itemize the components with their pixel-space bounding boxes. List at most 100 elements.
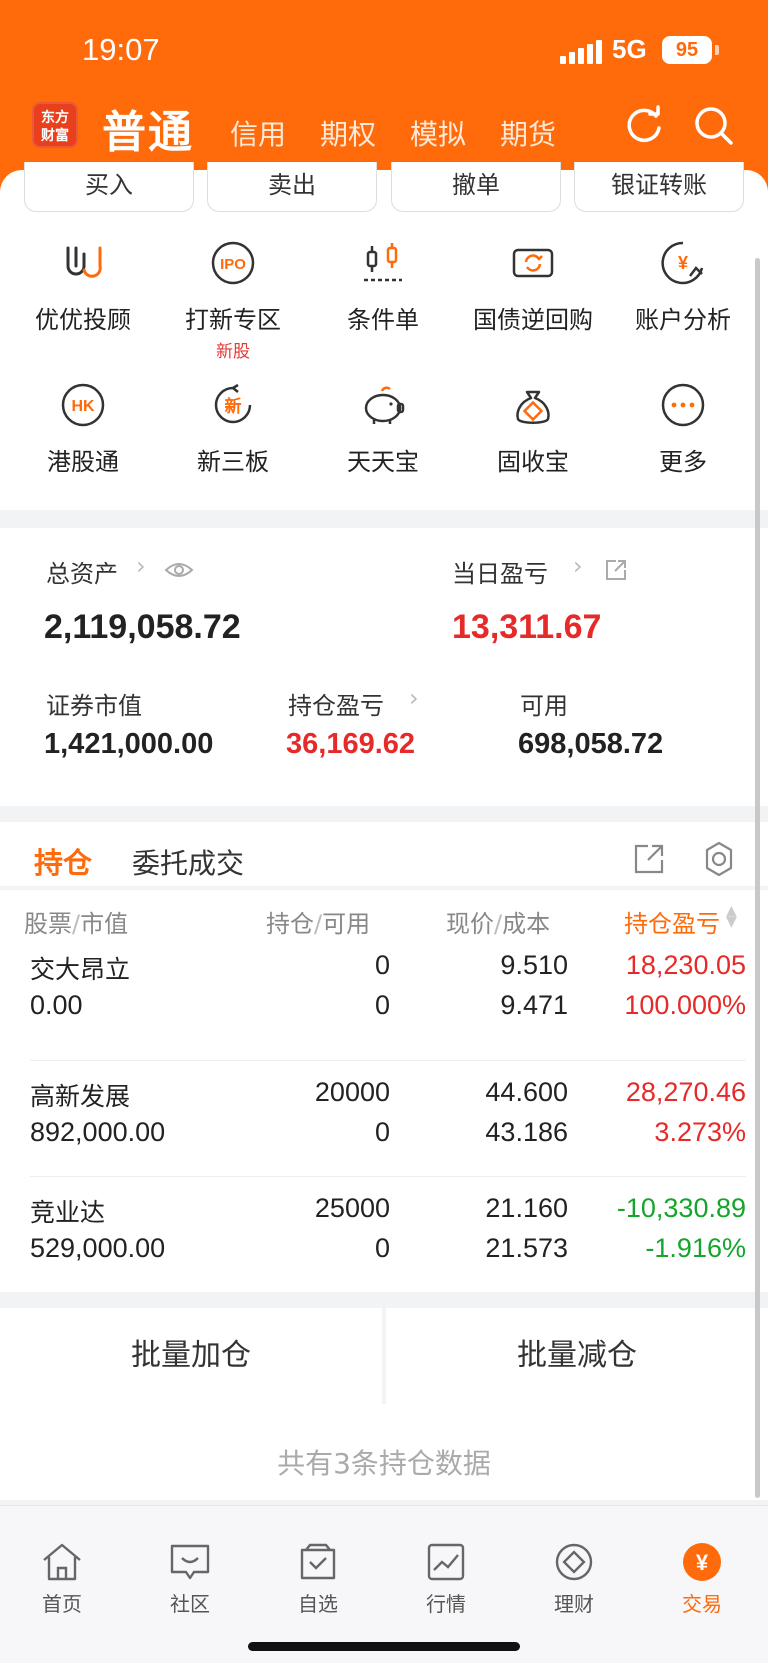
table-row[interactable]: 竞业达 529,000.00 25000 0 21.160 21.573 -10… (0, 1193, 768, 1308)
tab-credit[interactable]: 信用 (230, 113, 286, 153)
tab-orders-trades[interactable]: 委托成交 (132, 842, 244, 882)
tab-simulation[interactable]: 模拟 (410, 113, 466, 153)
tab-options[interactable]: 期权 (320, 113, 376, 153)
search-icon[interactable] (692, 104, 736, 148)
tab-watchlist[interactable]: 自选 (268, 1542, 368, 1617)
feature-more[interactable]: 更多 (608, 382, 758, 477)
buy-button[interactable]: 买入 (24, 162, 194, 212)
total-assets-label[interactable]: 总资产 (46, 554, 118, 589)
piggy-bank-icon (364, 386, 405, 424)
home-indicator[interactable] (248, 1642, 520, 1651)
header-cost: 成本 (502, 910, 551, 938)
svg-text:¥: ¥ (696, 1550, 709, 1575)
chevron-right-icon[interactable]: › (573, 552, 583, 580)
stock-market-value: 892,000.00 (30, 1117, 166, 1147)
tab-market[interactable]: 行情 (396, 1542, 496, 1617)
svg-text:IPO: IPO (220, 256, 246, 273)
feature-uu-advisor[interactable]: 优优投顾 (8, 240, 158, 335)
feature-tiantianbao[interactable]: 天天宝 (308, 382, 458, 477)
status-time: 19:07 (82, 32, 160, 67)
sell-button[interactable]: 卖出 (207, 162, 377, 212)
stock-cost: 9.471 (500, 990, 568, 1020)
table-row[interactable]: 交大昂立 0.00 0 0 9.510 9.471 18,230.05 100.… (0, 950, 768, 1065)
tab-futures[interactable]: 期货 (500, 113, 556, 153)
feature-hk-connect[interactable]: HK 港股通 (8, 382, 158, 477)
status-bar: 19:07 5G 95 (0, 28, 768, 74)
feature-label: 新三板 (197, 448, 269, 476)
stock-name: 交大昂立 (30, 955, 131, 984)
col-header-position[interactable]: 持仓/可用 (266, 904, 370, 939)
tab-label: 自选 (298, 1592, 338, 1616)
trade-panel: 买入 卖出 撤单 银证转账 优优投顾 IPO 打新专区 新股 条件单 国债逆回购… (0, 162, 768, 510)
signal-icon (560, 40, 602, 64)
tab-label: 社区 (170, 1592, 210, 1616)
eye-icon[interactable] (164, 560, 194, 580)
col-header-stock[interactable]: 股票/市值 (24, 904, 128, 939)
stock-price: 44.600 (485, 1077, 568, 1107)
daily-pl-value: 13,311.67 (452, 608, 602, 646)
header-market-value: 市值 (80, 910, 129, 938)
tab-label: 行情 (426, 1592, 466, 1616)
network-type: 5G (612, 34, 647, 64)
feature-bond-repo[interactable]: 国债逆回购 (458, 240, 608, 335)
svg-text:¥: ¥ (678, 253, 688, 273)
stock-price: 21.160 (485, 1193, 568, 1223)
batch-add-button[interactable]: 批量加仓 (0, 1308, 382, 1404)
stock-pl: -10,330.89 (616, 1193, 746, 1223)
chevron-right-icon[interactable]: › (409, 684, 419, 712)
tab-wealth[interactable]: 理财 (524, 1542, 624, 1617)
tab-home[interactable]: 首页 (12, 1542, 112, 1617)
tab-normal-account[interactable]: 普通 (102, 96, 194, 160)
stock-price: 9.510 (500, 950, 568, 980)
col-header-pl[interactable]: 持仓盈亏 (624, 904, 720, 939)
money-bag-icon (516, 390, 550, 424)
more-icon (661, 383, 705, 427)
settings-icon[interactable] (700, 840, 738, 878)
stock-pl-pct: 100.000% (624, 990, 746, 1020)
stock-pl-pct: -1.916% (645, 1233, 746, 1263)
cancel-order-button[interactable]: 撤单 (391, 162, 561, 212)
bank-transfer-button[interactable]: 银证转账 (574, 162, 744, 212)
feature-conditional-order[interactable]: 条件单 (308, 240, 458, 335)
col-header-price[interactable]: 现价/成本 (446, 904, 550, 939)
feature-new-third-board[interactable]: 新 新三板 (158, 382, 308, 477)
stock-cost: 43.186 (485, 1117, 568, 1147)
stock-name: 高新发展 (30, 1082, 131, 1111)
svg-text:HK: HK (71, 398, 95, 415)
bottom-tab-bar: 首页 社区 自选 行情 理财 ¥ 交易 (0, 1505, 768, 1663)
tab-positions[interactable]: 持仓 (34, 840, 92, 882)
holdings-count: 共有3条持仓数据 (0, 1404, 768, 1500)
feature-account-analysis[interactable]: ¥ 账户分析 (608, 240, 758, 335)
wealth-icon (555, 1543, 593, 1581)
community-icon (170, 1544, 210, 1580)
market-value-label: 证券市值 (46, 692, 142, 720)
chevron-right-icon[interactable]: › (136, 552, 146, 580)
feature-ipo[interactable]: IPO 打新专区 新股 (158, 240, 308, 362)
share-icon[interactable] (604, 558, 628, 582)
tab-trade[interactable]: ¥ 交易 (652, 1542, 752, 1617)
refresh-icon[interactable] (622, 104, 666, 148)
tab-label: 理财 (554, 1592, 594, 1616)
tab-community[interactable]: 社区 (140, 1542, 240, 1617)
logo-line-2: 财富 (41, 128, 69, 144)
svg-text:新: 新 (225, 396, 242, 417)
stock-pl: 18,230.05 (625, 950, 746, 980)
uu-advisor-icon (66, 246, 102, 278)
account-analysis-icon: ¥ (661, 241, 704, 285)
stock-cost: 21.573 (485, 1233, 568, 1263)
sort-icon[interactable]: ▲ ▼ (726, 904, 737, 929)
new-stock-tag: 新股 (216, 342, 250, 362)
table-row[interactable]: 高新发展 892,000.00 20000 0 44.600 43.186 28… (0, 1077, 768, 1192)
export-icon[interactable] (632, 842, 666, 876)
home-icon (43, 1543, 81, 1581)
feature-label: 固收宝 (497, 448, 569, 476)
batch-reduce-button[interactable]: 批量减仓 (386, 1308, 768, 1404)
feature-guoshoubao[interactable]: 固收宝 (458, 382, 608, 477)
market-icon (427, 1543, 465, 1581)
scrollbar[interactable] (755, 258, 760, 1498)
position-pl-label[interactable]: 持仓盈亏 (288, 686, 384, 721)
row-divider (30, 1060, 746, 1061)
app-logo[interactable]: 东方 财富 (32, 102, 78, 148)
available-label: 可用 (520, 692, 568, 720)
daily-pl-label[interactable]: 当日盈亏 (452, 554, 548, 589)
